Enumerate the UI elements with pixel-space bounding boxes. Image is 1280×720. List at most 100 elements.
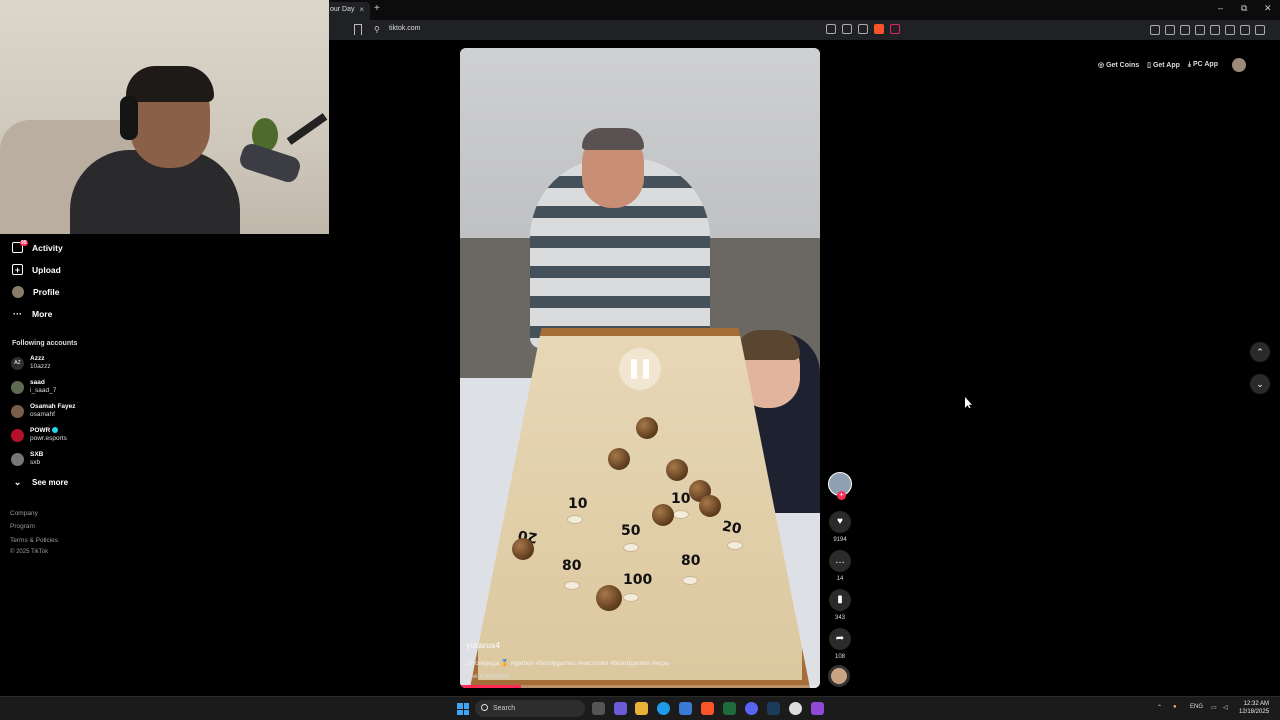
- discord-icon[interactable]: [745, 702, 758, 715]
- music-avatar: [828, 665, 850, 687]
- translate-icon[interactable]: [826, 24, 836, 34]
- next-video-button[interactable]: ⌄: [1250, 374, 1270, 394]
- footer-link-program[interactable]: Program: [10, 523, 35, 530]
- bookmark-icon: ▮: [829, 589, 851, 611]
- cast-icon[interactable]: [842, 24, 852, 34]
- follow-plus-icon[interactable]: +: [837, 491, 846, 500]
- extensions-icon[interactable]: [1150, 25, 1160, 35]
- vpn-icon[interactable]: [1240, 25, 1250, 35]
- pc-app-button[interactable]: ⤓ PC App: [1188, 61, 1218, 69]
- get-app-button[interactable]: ▯ Get App: [1147, 61, 1180, 69]
- ellipsis-icon: ···: [13, 308, 22, 319]
- download-icon: ⤓: [1187, 61, 1192, 68]
- see-more-button[interactable]: ⌄ See more: [12, 477, 68, 488]
- brave-rewards-icon[interactable]: [890, 24, 900, 34]
- avatar: [11, 404, 24, 418]
- bell-icon: 99: [12, 240, 28, 253]
- sidebar-item-label: More: [32, 308, 53, 319]
- language-indicator[interactable]: ENG: [1190, 704, 1203, 710]
- clock[interactable]: 12:32 AM 12/18/2025: [1239, 700, 1269, 716]
- previous-video-button[interactable]: ⌃: [1250, 342, 1270, 362]
- following-account[interactable]: SXB sxb: [11, 451, 43, 467]
- brave-icon[interactable]: [701, 702, 714, 715]
- webcam-overlay: [0, 0, 329, 234]
- copilot-icon[interactable]: [614, 702, 627, 715]
- comment-button[interactable]: … 14: [828, 550, 852, 582]
- wallet-icon[interactable]: [1210, 25, 1220, 35]
- account-handle: 10azzz: [30, 363, 51, 370]
- video-progress-fill: [460, 685, 522, 688]
- app-icon[interactable]: [811, 702, 824, 715]
- browser-tab[interactable]: our Day ×: [322, 2, 370, 20]
- sidebar-item-activity[interactable]: 99 Activity: [12, 240, 63, 253]
- account-name: Osamah Fayez: [30, 403, 76, 410]
- edge-icon[interactable]: [657, 702, 670, 715]
- excel-icon[interactable]: [723, 702, 736, 715]
- url-field[interactable]: tiktok.com: [389, 25, 421, 32]
- tray-chevron-icon[interactable]: ⌃: [1157, 704, 1162, 711]
- menu-icon[interactable]: [1255, 25, 1265, 35]
- music-disc[interactable]: [828, 665, 852, 687]
- account-handle: powr.esports: [30, 435, 67, 442]
- share-button[interactable]: ➦ 108: [828, 628, 852, 660]
- volume-icon[interactable]: ◁: [1223, 704, 1228, 711]
- account-name: POWR: [30, 427, 51, 434]
- taskbar-search[interactable]: Search: [475, 700, 585, 717]
- board-score: 20: [720, 518, 743, 538]
- clock-date: 12/18/2025: [1239, 709, 1270, 715]
- leo-ai-icon[interactable]: [1225, 25, 1235, 35]
- restore-button[interactable]: ⧉: [1241, 3, 1247, 14]
- tab-close-icon[interactable]: ×: [359, 2, 364, 18]
- sidebar-item-upload[interactable]: + Upload: [12, 264, 61, 275]
- following-account[interactable]: Osamah Fayez osamahf: [11, 403, 76, 419]
- following-account[interactable]: saad i_saad_7: [11, 379, 56, 395]
- tab-title: our Day: [330, 6, 355, 13]
- close-window-button[interactable]: ✕: [1264, 3, 1272, 14]
- sidebar-item-profile[interactable]: Profile: [12, 286, 59, 298]
- bookmark-icon[interactable]: [354, 24, 362, 35]
- share-count: 108: [834, 654, 845, 660]
- avatar: [11, 380, 24, 394]
- steam-icon[interactable]: [767, 702, 780, 715]
- board-score: 80: [562, 558, 582, 574]
- account-handle: osamahf: [30, 411, 55, 418]
- store-icon[interactable]: [679, 702, 692, 715]
- video-progress-bar[interactable]: [460, 685, 820, 688]
- video-author[interactable]: yurarus4: [466, 641, 500, 650]
- chrome-icon[interactable]: [789, 702, 802, 715]
- share-icon[interactable]: [858, 24, 868, 34]
- board-score: 10: [568, 496, 588, 512]
- search-icon: [481, 704, 488, 711]
- media-icon[interactable]: [1180, 25, 1190, 35]
- pause-button[interactable]: [619, 348, 661, 390]
- site-info-icon[interactable]: ⚲: [374, 25, 380, 34]
- sidebar-item-more[interactable]: ··· More: [12, 308, 52, 319]
- creator-avatar[interactable]: +: [828, 472, 852, 500]
- account-handle: sxb: [30, 459, 41, 466]
- save-button[interactable]: ▮ 343: [828, 589, 852, 621]
- see-translation-link[interactable]: See translation: [466, 673, 509, 680]
- sidebar-item-label: Activity: [32, 242, 63, 253]
- activity-badge: 99: [20, 240, 28, 246]
- footer-link-terms[interactable]: Terms & Policies: [10, 537, 58, 544]
- screenshot-icon[interactable]: [1165, 25, 1175, 35]
- get-coins-button[interactable]: ◎ Get Coins: [1098, 61, 1139, 69]
- windows-start-icon[interactable]: [457, 703, 469, 715]
- like-button[interactable]: ♥ 9194: [828, 511, 852, 543]
- following-account[interactable]: AZ Azzz 10azzz: [11, 355, 51, 371]
- sidebar-icon[interactable]: [1195, 25, 1205, 35]
- video-player[interactable]: 10 10 50 20 20 80 80 100 yurarus4 21 сек…: [460, 48, 820, 688]
- network-icon[interactable]: ▭: [1211, 704, 1217, 711]
- comment-icon: …: [829, 550, 851, 572]
- new-tab-button[interactable]: +: [374, 3, 380, 14]
- task-view-icon[interactable]: [592, 702, 605, 715]
- brave-shields-icon[interactable]: [874, 24, 884, 34]
- following-account[interactable]: POWR powr.esports: [11, 427, 67, 443]
- file-explorer-icon[interactable]: [635, 702, 648, 715]
- minimize-button[interactable]: –: [1218, 3, 1223, 13]
- microphone-icon[interactable]: ●: [1173, 704, 1177, 710]
- footer-link-company[interactable]: Company: [10, 510, 38, 517]
- top-actions: ◎ Get Coins ▯ Get App ⤓ PC App: [1098, 58, 1246, 72]
- profile-avatar[interactable]: [1232, 58, 1246, 72]
- avatar: [11, 428, 24, 442]
